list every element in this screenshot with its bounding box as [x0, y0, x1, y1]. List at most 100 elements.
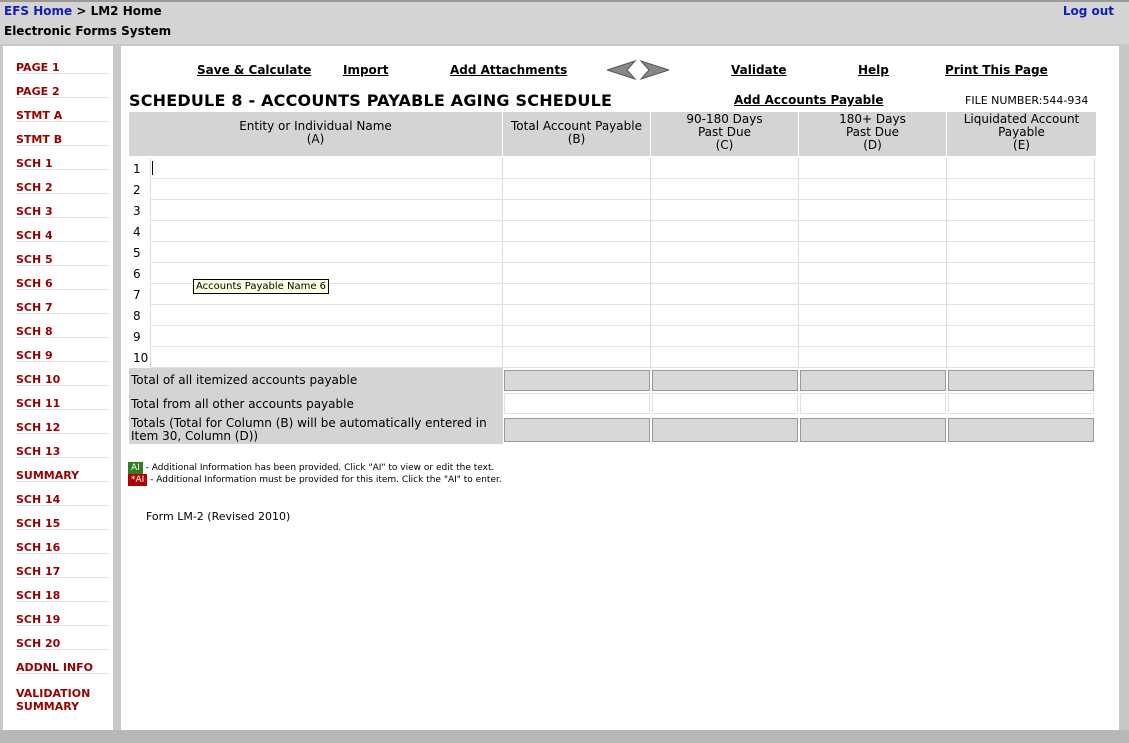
cell-input-e[interactable] [947, 221, 1095, 242]
efs-home-link[interactable]: EFS Home [4, 4, 72, 18]
print-page-button[interactable]: Print This Page [945, 63, 1048, 77]
sidebar-item-sch-4[interactable]: SCH 4 [16, 224, 109, 242]
cell-input-a[interactable] [150, 326, 503, 347]
logout-link[interactable]: Log out [1063, 4, 1114, 18]
sidebar-item-page-2[interactable]: PAGE 2 [16, 80, 109, 98]
cell-input-e[interactable] [947, 305, 1095, 326]
cell-input-d[interactable] [799, 221, 947, 242]
cell-input-b[interactable] [503, 221, 651, 242]
cell-input-d[interactable] [799, 305, 947, 326]
sidebar-item-sch-14[interactable]: SCH 14 [16, 488, 109, 506]
cell-input-a[interactable] [150, 158, 503, 179]
column-header-c: 90-180 Days Past Due (C) [651, 112, 799, 156]
cell-input-b[interactable] [503, 263, 651, 284]
cell-input-c[interactable] [651, 158, 799, 179]
cell-input-b[interactable] [503, 305, 651, 326]
sidebar-item-validation-summary[interactable]: VALIDATION SUMMARY [16, 682, 109, 713]
sidebar-item-sch-6[interactable]: SCH 6 [16, 272, 109, 290]
sidebar-item-sch-5[interactable]: SCH 5 [16, 248, 109, 266]
cell-input-e[interactable] [947, 242, 1095, 263]
sidebar-item-label: SCH 9 [16, 349, 53, 362]
sidebar-item-stmt-a[interactable]: STMT A [16, 104, 109, 122]
total-readonly-field [800, 370, 946, 391]
cell-input-a[interactable] [150, 242, 503, 263]
sidebar-item-sch-15[interactable]: SCH 15 [16, 512, 109, 530]
total-input-field[interactable] [800, 393, 946, 414]
sidebar-item-sch-8[interactable]: SCH 8 [16, 320, 109, 338]
cell-input-c[interactable] [651, 263, 799, 284]
cell-input-c[interactable] [651, 179, 799, 200]
validate-button[interactable]: Validate [731, 63, 787, 77]
total-input-field[interactable] [652, 393, 798, 414]
sidebar-item-sch-12[interactable]: SCH 12 [16, 416, 109, 434]
sidebar-item-sch-1[interactable]: SCH 1 [16, 152, 109, 170]
add-attachments-button[interactable]: Add Attachments [450, 63, 567, 77]
cell-input-a[interactable] [150, 200, 503, 221]
cell-input-c[interactable] [651, 326, 799, 347]
ai-badge[interactable]: AI [128, 462, 143, 474]
cell-input-d[interactable] [799, 179, 947, 200]
cell-input-e[interactable] [947, 200, 1095, 221]
cell-input-e[interactable] [947, 158, 1095, 179]
sidebar-item-sch-7[interactable]: SCH 7 [16, 296, 109, 314]
cell-input-e[interactable] [947, 284, 1095, 305]
cell-input-d[interactable] [799, 347, 947, 368]
cell-input-b[interactable] [503, 284, 651, 305]
cell-input-d[interactable] [799, 158, 947, 179]
save-calculate-button[interactable]: Save & Calculate [197, 63, 311, 77]
sidebar-item-label: SCH 10 [16, 373, 61, 386]
cell-input-a[interactable] [150, 179, 503, 200]
cell-input-b[interactable] [503, 158, 651, 179]
cell-input-e[interactable] [947, 263, 1095, 284]
cell-input-e[interactable] [947, 326, 1095, 347]
sidebar-item-sch-11[interactable]: SCH 11 [16, 392, 109, 410]
cell-input-b[interactable] [503, 179, 651, 200]
sidebar-item-sch-17[interactable]: SCH 17 [16, 560, 109, 578]
sidebar-item-sch-18[interactable]: SCH 18 [16, 584, 109, 602]
cell-input-b[interactable] [503, 347, 651, 368]
cell-input-c[interactable] [651, 200, 799, 221]
ai-required-badge[interactable]: *AI [128, 474, 148, 486]
total-input-field[interactable] [504, 393, 650, 414]
sidebar-item-sch-16[interactable]: SCH 16 [16, 536, 109, 554]
sidebar-item-sch-3[interactable]: SCH 3 [16, 200, 109, 218]
cell-input-c[interactable] [651, 242, 799, 263]
cell-input-d[interactable] [799, 326, 947, 347]
cell-input-b[interactable] [503, 242, 651, 263]
help-button[interactable]: Help [858, 63, 889, 77]
cell-input-e[interactable] [947, 179, 1095, 200]
cell-input-c[interactable] [651, 347, 799, 368]
sidebar-item-sch-13[interactable]: SCH 13 [16, 440, 109, 458]
column-header-e: Liquidated Account Payable (E) [947, 112, 1096, 156]
sidebar-item-sch-20[interactable]: SCH 20 [16, 632, 109, 650]
add-accounts-payable-button[interactable]: Add Accounts Payable [734, 93, 884, 107]
cell-input-b[interactable] [503, 200, 651, 221]
cell-input-c[interactable] [651, 284, 799, 305]
cell-input-d[interactable] [799, 263, 947, 284]
cell-input-c[interactable] [651, 221, 799, 242]
cell-input-b[interactable] [503, 326, 651, 347]
cell-input-a[interactable] [150, 221, 503, 242]
total-input-field[interactable] [948, 393, 1094, 414]
sidebar-item-sch-9[interactable]: SCH 9 [16, 344, 109, 362]
cell-input-a[interactable] [150, 305, 503, 326]
sidebar-item-page-1[interactable]: PAGE 1 [16, 56, 109, 74]
sidebar-item-addnl-info[interactable]: ADDNL INFO [16, 656, 109, 674]
page-title: SCHEDULE 8 - ACCOUNTS PAYABLE AGING SCHE… [129, 91, 613, 110]
cell-input-e[interactable] [947, 347, 1095, 368]
cell-input-d[interactable] [799, 200, 947, 221]
arrow-left-icon[interactable] [607, 60, 637, 80]
import-button[interactable]: Import [343, 63, 388, 77]
sidebar-item-label: SCH 20 [16, 637, 61, 650]
sidebar-item-summary[interactable]: SUMMARY [16, 464, 109, 482]
sidebar-item-stmt-b[interactable]: STMT B [16, 128, 109, 146]
sidebar-item-sch-2[interactable]: SCH 2 [16, 176, 109, 194]
cell-input-a[interactable] [150, 347, 503, 368]
cell-input-d[interactable] [799, 284, 947, 305]
sidebar-item-sch-19[interactable]: SCH 19 [16, 608, 109, 626]
sidebar-item-sch-10[interactable]: SCH 10 [16, 368, 109, 386]
cell-input-c[interactable] [651, 305, 799, 326]
arrow-right-icon[interactable] [639, 60, 669, 80]
cell-input-d[interactable] [799, 242, 947, 263]
sidebar-item-label: SUMMARY [16, 700, 80, 713]
